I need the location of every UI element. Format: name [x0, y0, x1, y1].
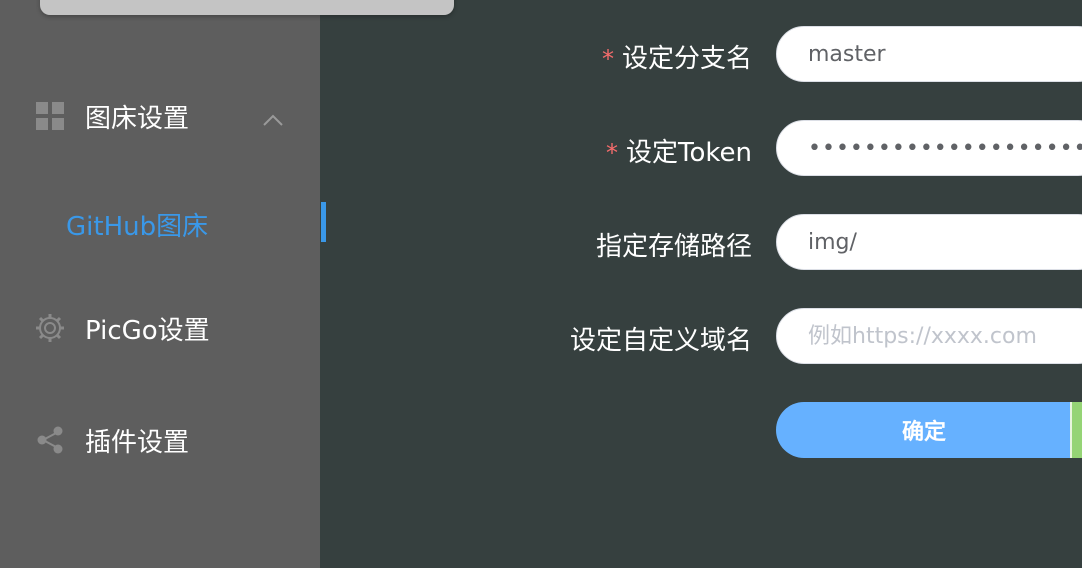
form-row-token: * 设定Token — [320, 120, 1082, 176]
sidebar-item-picbed-settings[interactable]: 图床设置 — [0, 86, 320, 146]
gear-icon — [34, 312, 66, 344]
confirm-button[interactable]: 确定 — [776, 402, 1072, 458]
chevron-up-icon[interactable] — [262, 104, 284, 134]
token-input[interactable] — [776, 120, 1082, 176]
form-row-path: 指定存储路径 — [320, 214, 1082, 270]
dropdown-popover — [40, 0, 454, 15]
branch-label: * 设定分支名 — [601, 44, 752, 74]
token-label: * 设定Token — [606, 138, 752, 168]
form-row-branch: * 设定分支名 — [320, 26, 1082, 82]
domain-input[interactable] — [776, 308, 1082, 364]
sidebar-subitem-label: GitHub图床 — [66, 212, 209, 242]
share-icon — [34, 424, 66, 456]
domain-label: 设定自定义域名 — [569, 326, 752, 356]
secondary-button-edge[interactable] — [1070, 402, 1082, 458]
path-input[interactable] — [776, 214, 1082, 270]
grid-icon — [34, 100, 66, 132]
path-label: 指定存储路径 — [595, 232, 752, 262]
branch-input[interactable] — [776, 26, 1082, 82]
sidebar-item-label: 图床设置 — [85, 103, 190, 134]
required-asterisk: * — [606, 139, 619, 167]
sidebar: 图床设置 GitHub图床 PicGo设置 插件设置 — [0, 0, 454, 568]
sidebar-item-label: 插件设置 — [85, 427, 190, 458]
sidebar-item-plugin-settings[interactable]: 插件设置 — [0, 410, 320, 470]
sidebar-subitem-github[interactable]: GitHub图床 — [0, 192, 326, 252]
required-asterisk: * — [601, 45, 614, 73]
form-row-domain: 设定自定义域名 — [320, 308, 1082, 364]
sidebar-item-picgo-settings[interactable]: PicGo设置 — [0, 298, 320, 358]
sidebar-item-label: PicGo设置 — [85, 315, 210, 346]
